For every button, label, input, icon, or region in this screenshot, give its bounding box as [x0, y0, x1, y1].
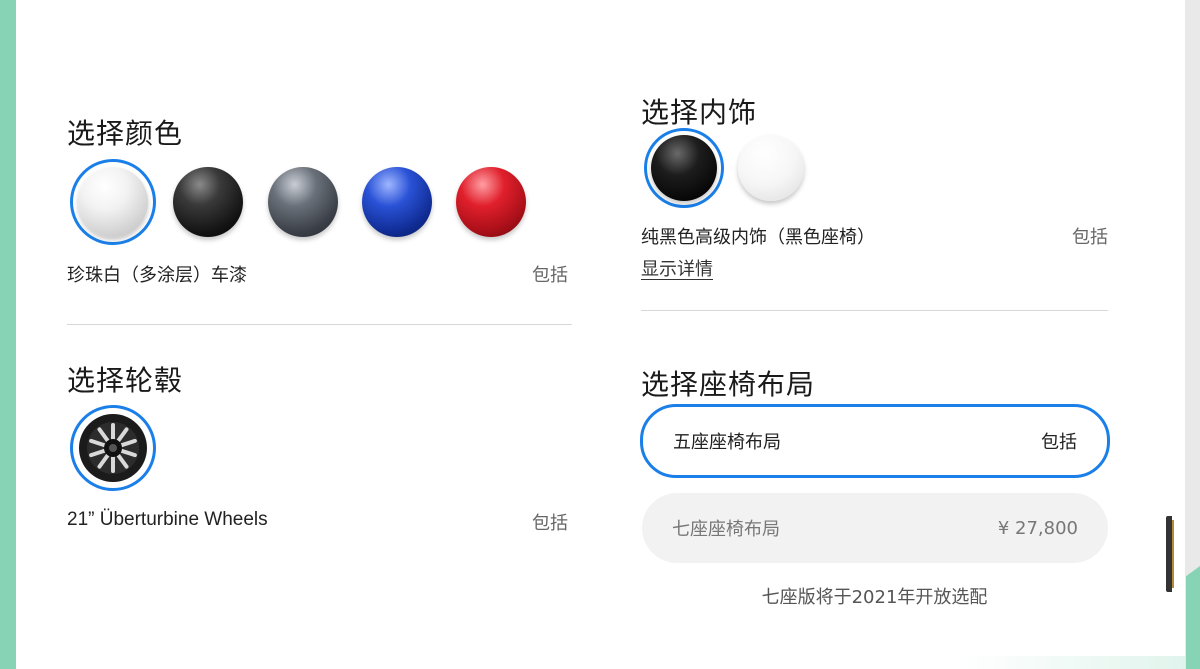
seat-option-seven[interactable]: 七座座椅布局 ¥ 27,800 — [642, 493, 1108, 563]
right-edge-accent — [1186, 566, 1200, 669]
seat-option-seven-label: 七座座椅布局 — [672, 519, 780, 540]
interior-selected-name: 纯黑色高级内饰（黑色座椅） — [641, 227, 875, 248]
color-swatch-red-multi-coat[interactable] — [456, 167, 526, 237]
side-tab-handle[interactable] — [1166, 516, 1174, 592]
color-swatch-deep-blue[interactable] — [362, 167, 432, 237]
color-selected-name: 珍珠白（多涂层）车漆 — [67, 265, 247, 286]
interior-divider — [641, 310, 1108, 311]
color-swatch-solid-black[interactable] — [173, 167, 243, 237]
seat-layout-title: 选择座椅布局 — [641, 368, 816, 401]
wheel-price: 包括 — [532, 513, 568, 534]
seat-layout-note: 七座版将于2021年开放选配 — [761, 587, 988, 608]
seat-option-five[interactable]: 五座座椅布局 包括 — [640, 404, 1110, 478]
color-swatch-midnight-silver[interactable] — [268, 167, 338, 237]
wheel-icon[interactable] — [78, 413, 148, 483]
interior-section-title: 选择内饰 — [641, 96, 758, 129]
color-divider — [67, 324, 572, 325]
seat-option-seven-price: ¥ 27,800 — [997, 517, 1078, 539]
color-swatch-pearl-white[interactable] — [78, 167, 148, 237]
seat-option-five-price: 包括 — [1041, 432, 1077, 453]
wheel-section-title: 选择轮毂 — [67, 364, 184, 397]
color-section-title: 选择颜色 — [67, 117, 184, 150]
color-price: 包括 — [532, 265, 568, 286]
interior-swatch-white[interactable] — [738, 135, 804, 201]
interior-swatch-black[interactable] — [651, 135, 717, 201]
bottom-accent — [960, 656, 1185, 669]
left-edge-bar — [0, 0, 16, 669]
show-details-link[interactable]: 显示详情 — [641, 255, 713, 281]
interior-price: 包括 — [1072, 227, 1108, 248]
wheel-selected-name: 21” Überturbine Wheels — [67, 509, 268, 530]
seat-option-five-label: 五座座椅布局 — [673, 432, 781, 453]
